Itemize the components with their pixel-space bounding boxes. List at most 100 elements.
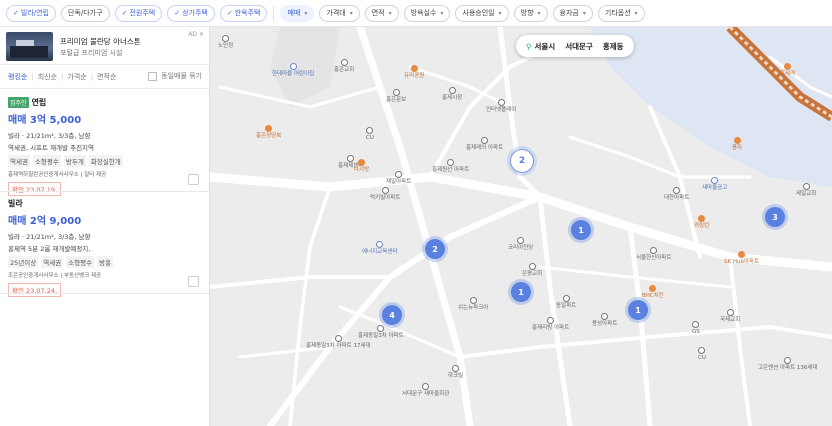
map-poi[interactable]: GS	[692, 321, 700, 336]
filter-chip-commercial-house[interactable]: ✓ 상가주택	[167, 4, 215, 22]
chevron-down-icon: ▾	[440, 9, 444, 17]
dropdown-direction[interactable]: 방향 ▾	[513, 4, 548, 22]
map-cluster-marker[interactable]: 1	[511, 282, 531, 302]
map-roads	[210, 27, 832, 426]
check-icon: ✓	[13, 9, 19, 17]
map-poi[interactable]: 홍제래의 아파트	[466, 137, 503, 152]
dropdown-approval-date[interactable]: 사용승인일 ▾	[455, 4, 509, 22]
filter-chip-detached[interactable]: 단독/다가구	[61, 4, 110, 22]
location-pin-icon: ⚲	[526, 41, 532, 51]
filter-chip-country-house[interactable]: ✓ 전원주택	[114, 4, 163, 22]
listing-item[interactable]: 집주인 연립 매매 3억 5,000 빌라 · 21/21m², 3/3층, 남…	[0, 97, 209, 196]
map-cluster-marker[interactable]: 3	[765, 207, 785, 227]
map-poi[interactable]: BHC치킨	[642, 285, 664, 300]
map-poi[interactable]: 제일아파트	[386, 171, 411, 186]
tag: 방두개	[63, 155, 86, 167]
map-poi[interactable]: 국제교회	[720, 309, 740, 324]
tag: 역세권	[8, 155, 30, 167]
map-poi[interactable]: 홍제리빙 아파트	[532, 317, 569, 332]
map-cluster-marker[interactable]: 2	[425, 239, 445, 259]
sort-latest[interactable]: 최신순	[38, 72, 57, 82]
map-poi[interactable]: 홍제시장	[442, 87, 462, 102]
map-poi[interactable]: 쾨링턴	[694, 215, 709, 230]
listing-tags: 25년이상 역세권 소형평수 방홍	[8, 256, 209, 268]
map-poi[interactable]: 럭키빌아파트	[370, 187, 400, 202]
listing-price: 매매 2억 9,000	[8, 216, 82, 227]
group-same-listings-toggle[interactable]: 동일매물 묶기	[148, 71, 202, 81]
listing-description: 역세권, 시프트 재개발 추진지역	[8, 144, 95, 152]
location-city[interactable]: 서울시	[535, 41, 556, 52]
map-poi[interactable]: 하크빌	[448, 365, 463, 380]
map-poi[interactable]: 인터넷플레이	[486, 99, 516, 114]
map-poi[interactable]: 새마을금고	[702, 177, 727, 192]
ad-close-button[interactable]: AD ✕	[188, 31, 204, 38]
map-poi[interactable]: 홍제원선 아파트	[432, 159, 469, 174]
map-poi[interactable]: 에너지교육센터	[362, 241, 397, 256]
map-poi[interactable]: 쉬는뉴파크아	[458, 297, 488, 312]
listing-agent: 조은공인중개사사무소 | 부동산뱅크 제공	[8, 273, 102, 279]
ad-thumbnail	[6, 32, 53, 61]
dropdown-other-options[interactable]: 기타옵션 ▾	[597, 4, 645, 22]
sort-area[interactable]: 면적순	[97, 72, 116, 82]
owner-badge: 집주인	[8, 97, 29, 108]
map-poi[interactable]: 코리아천당	[508, 237, 533, 252]
map-poi[interactable]: 홍은교회	[334, 59, 354, 74]
map-poi[interactable]: 고은멘션 아파트 136세대	[758, 357, 818, 372]
map-cluster-marker[interactable]: 1	[571, 220, 591, 240]
dropdown-rooms[interactable]: 방욕실수 ▾	[403, 4, 451, 22]
map-poi[interactable]: 홍제역	[780, 63, 795, 78]
filter-chip-villa[interactable]: ✓ 빌라/연립	[6, 4, 56, 22]
map-poi[interactable]: 다시방	[354, 159, 369, 174]
chevron-down-icon: ▾	[537, 9, 541, 17]
map-poi[interactable]: 홍은성당복	[256, 125, 281, 140]
map-poi[interactable]: 풍자	[732, 137, 742, 152]
location-breadcrumb[interactable]: ⚲ 서울시 서대문구 홍제동	[516, 35, 634, 57]
dropdown-price[interactable]: 가격대 ▾	[319, 4, 360, 22]
chevron-down-icon: ▾	[349, 9, 353, 17]
map-poi[interactable]: 서울한신아파트	[636, 247, 671, 262]
dropdown-loan[interactable]: 융자금 ▾	[552, 4, 593, 22]
group-same-listings-label: 동일매물 묶기	[161, 72, 202, 80]
dropdown-area[interactable]: 면적 ▾	[364, 4, 399, 22]
chevron-down-icon: ▾	[634, 9, 638, 17]
checkbox[interactable]	[148, 71, 158, 81]
listing-description: 홍제역 5분 2룸 재개발예정지,	[8, 245, 91, 253]
sort-ranking[interactable]: 랭킹순	[8, 72, 27, 82]
filter-chip-hanok[interactable]: ✓ 한옥주택	[219, 4, 268, 22]
chevron-down-icon: ▾	[498, 9, 502, 17]
sort-price[interactable]: 가격순	[67, 72, 86, 82]
divider	[0, 191, 209, 192]
map-poi[interactable]: SK Hub아파트	[724, 251, 759, 266]
check-icon: ✓	[121, 9, 128, 17]
map-cluster-marker[interactable]: 4	[382, 305, 402, 325]
map-poi[interactable]: 용성아파트	[592, 313, 617, 328]
map-poi[interactable]: 대한아파트	[664, 187, 689, 202]
map-view[interactable]: ⚲ 서울시 서대문구 홍제동 노인정 한데마을 어린이집 홍은교회 유리공원 홍…	[210, 27, 832, 426]
listing-item[interactable]: 빌라 매매 2억 9,000 빌라 · 21/21m², 3/3층, 남향 홍제…	[0, 198, 209, 297]
location-district[interactable]: 서대문구	[565, 41, 593, 52]
listing-price: 매매 3억 5,000	[8, 115, 82, 126]
map-poi[interactable]: CU	[698, 347, 706, 362]
map-poi[interactable]: 제일교회	[796, 183, 816, 198]
map-poi[interactable]: 한데마을 어린이집	[272, 63, 314, 78]
ad-banner[interactable]: 프리미엄 불란당 아너스톤 포털급 프리미엄 시설 AD ✕	[0, 27, 209, 65]
tag: 소형평수	[66, 256, 95, 268]
map-poi[interactable]: CU	[366, 127, 374, 142]
listing-tags: 역세권 소형평수 방두개 화장실한개	[8, 155, 209, 167]
map-cluster-marker[interactable]: 2	[510, 149, 534, 173]
map-poi[interactable]: 서대문구 새마을회관	[402, 383, 449, 398]
map-cluster-marker[interactable]: 1	[628, 300, 648, 320]
favorite-button[interactable]	[188, 276, 199, 287]
map-poi[interactable]: 은평교회	[522, 263, 542, 278]
location-dong[interactable]: 홍제동	[603, 41, 624, 52]
map-poi[interactable]: 유리공원	[404, 65, 424, 80]
favorite-button[interactable]	[188, 174, 199, 185]
tag: 화장실한개	[88, 155, 123, 167]
dropdown-trade-type[interactable]: 매매 ▾	[280, 4, 315, 22]
map-poi[interactable]: 홍제동일3차 아파트	[358, 325, 404, 340]
map-poi[interactable]: 노인정	[218, 35, 233, 50]
listing-spec: 빌라 · 21/21m², 3/3층, 남향	[8, 233, 91, 241]
map-poi[interactable]: 동일파트	[556, 295, 576, 310]
map-poi[interactable]: 홍은문보	[386, 89, 406, 104]
sort-bar: 랭킹순 | 최신순 | 가격순 | 면적순 동일매물 묶기	[0, 65, 209, 89]
